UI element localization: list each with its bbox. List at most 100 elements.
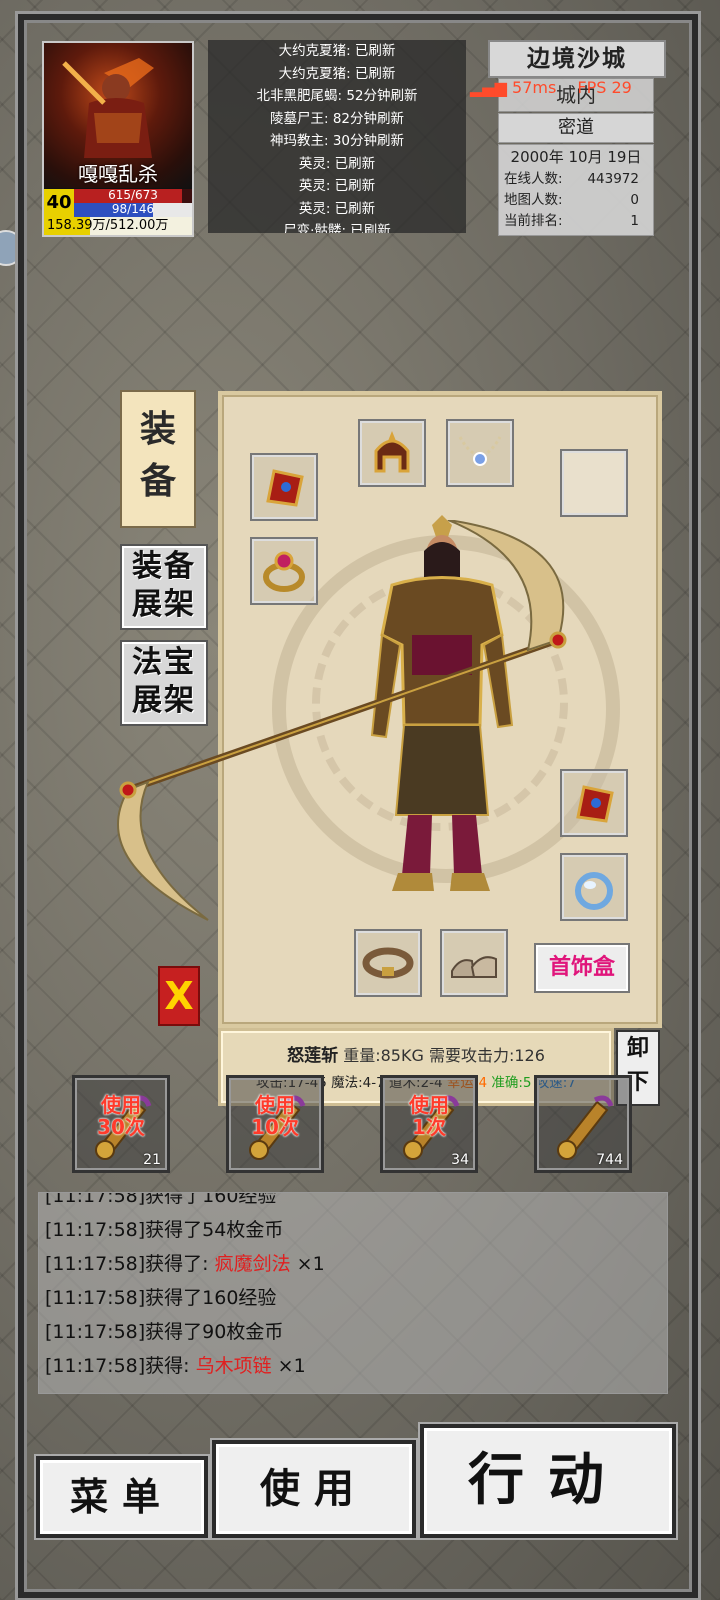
- boss-refresh-item: 陵墓尸王: 82分钟刷新: [269, 110, 405, 127]
- slot-belt[interactable]: [354, 929, 422, 997]
- close-equipment-button[interactable]: X: [158, 966, 200, 1026]
- secret-passage-button[interactable]: 密道: [498, 113, 654, 143]
- log-line: [11:17:58]获得了90枚金币: [39, 1315, 667, 1349]
- potion-use-times: 30次: [97, 1115, 145, 1139]
- ping-value: 57ms: [512, 78, 557, 97]
- boss-refresh-list[interactable]: 大约克夏猪: 已刷新 大约克夏猪: 已刷新北非黑肥尾蝎: 52分钟刷新 陵墓尸王: …: [208, 40, 466, 233]
- item-requirement: 需要攻击力:126: [428, 1046, 545, 1065]
- potion-slot[interactable]: 使用 10次: [226, 1075, 324, 1173]
- tab-equipment-stand-line-1: 装备: [132, 549, 196, 584]
- item-detail-line-1: 怒莲斩 重量:85KG 需要攻击力:126: [221, 1041, 611, 1066]
- potion-count: 34: [451, 1152, 469, 1168]
- equipment-panel: 首饰盒: [218, 391, 662, 1028]
- log-line: [11:17:58]获得: 乌木项链 ×1: [39, 1349, 667, 1383]
- log-quantity: ×1: [271, 1355, 306, 1377]
- potion-slot[interactable]: 使用 1次 34: [380, 1075, 478, 1173]
- potion-use-label: 使用 1次: [383, 1094, 475, 1138]
- tab-treasure-stand-line-2: 展架: [132, 683, 196, 718]
- map-players-label: 地图人数:: [504, 192, 563, 208]
- log-line: [11:17:58]获得了54枚金币: [39, 1213, 667, 1247]
- exp-text: 158.39万/512.00万: [47, 218, 169, 233]
- tab-equipment-stand[interactable]: 装备 展架: [120, 544, 208, 630]
- player-name: 嘎嘎乱杀: [78, 162, 158, 186]
- boss-refresh-item: 尸变·骷髅: 已刷新: [283, 223, 391, 233]
- menu-button[interactable]: 菜单: [36, 1456, 208, 1538]
- use-button[interactable]: 使用: [212, 1440, 416, 1538]
- signal-icon: ▂▄▆: [470, 78, 507, 97]
- potion-use-label: 使用 10次: [229, 1094, 321, 1138]
- slot-ring-right[interactable]: [560, 853, 628, 921]
- ring-icon: [575, 872, 613, 910]
- slot-empty[interactable]: [560, 449, 628, 517]
- potion-count: 744: [596, 1152, 623, 1168]
- item-weight: 重量:85KG: [343, 1046, 424, 1065]
- bracelet-icon: [576, 785, 614, 823]
- boss-refresh-item: 北非黑肥尾蝎: 52分钟刷新: [256, 88, 418, 104]
- rank-label: 当前排名:: [504, 213, 563, 229]
- slot-ring-left[interactable]: [250, 537, 318, 605]
- network-status: ▂▄▆ 57ms FPS 29: [470, 78, 632, 97]
- slot-bracelet-left[interactable]: [250, 453, 318, 521]
- boss-refresh-item: 大约克夏猪: 已刷新: [278, 43, 396, 59]
- tab-treasure-stand[interactable]: 法宝 展架: [120, 640, 208, 726]
- potion-use-times: 1次: [412, 1115, 446, 1139]
- item-magic: 魔法:4-7: [331, 1075, 385, 1091]
- potion-slot[interactable]: 744: [534, 1075, 632, 1173]
- slot-helmet[interactable]: [358, 419, 426, 487]
- tab-treasure-stand-line-1: 法宝: [132, 645, 196, 680]
- log-item-name: 乌木项链: [195, 1355, 272, 1377]
- online-count-row: 在线人数: 443972: [499, 169, 653, 190]
- boss-refresh-item: 大约克夏猪: 已刷新: [278, 65, 396, 82]
- boss-refresh-item: 英灵: 已刷新: [298, 200, 376, 217]
- system-message-log[interactable]: [11:17:58]获得了160经验 [11:17:58]获得了54枚金币 [11:…: [38, 1192, 668, 1394]
- ring-icon: [263, 551, 305, 592]
- map-players-value: 0: [630, 192, 639, 208]
- map-title: 边境沙城: [488, 40, 666, 78]
- item-name: 怒莲斩: [287, 1046, 339, 1066]
- log-line: [11:17:58]获得了160经验: [39, 1281, 667, 1315]
- action-button[interactable]: 行动: [420, 1424, 676, 1538]
- exp-bar: 158.39万/512.00万: [44, 217, 192, 235]
- jewelry-box-button[interactable]: 首饰盒: [534, 943, 630, 993]
- log-text: [11:17:58]获得了90枚金币: [45, 1321, 284, 1343]
- log-line: [11:17:58]获得了160经验: [39, 1192, 667, 1213]
- boots-icon: [451, 956, 497, 978]
- boss-refresh-item: 英灵: 已刷新: [298, 178, 376, 194]
- potion-use-label: 使用 30次: [75, 1094, 167, 1138]
- online-label: 在线人数:: [504, 171, 563, 187]
- player-level: 40: [44, 189, 74, 217]
- log-text: [11:17:58]获得了160经验: [45, 1192, 277, 1207]
- tab-equipment[interactable]: 装 备: [120, 390, 196, 528]
- slot-necklace[interactable]: [446, 419, 514, 487]
- slot-boots[interactable]: [440, 929, 508, 997]
- log-text: [11:17:58]获得了:: [45, 1253, 215, 1275]
- log-text: [11:17:58]获得了160经验: [45, 1287, 277, 1309]
- tab-equipment-stand-line-2: 展架: [132, 587, 196, 622]
- map-players-row: 地图人数: 0: [499, 190, 653, 211]
- hp-text: 615/673: [108, 188, 158, 202]
- log-text: [11:17:58]获得:: [45, 1355, 196, 1377]
- tab-equipment-char-2: 备: [139, 461, 176, 502]
- tab-equipment-char-1: 装: [139, 409, 176, 450]
- potion-use-text: 使用: [409, 1093, 449, 1117]
- log-text: [11:17:58]获得了54枚金币: [45, 1219, 284, 1241]
- belt-icon: [362, 947, 414, 979]
- potion-count: 21: [143, 1152, 161, 1168]
- unequip-char-1: 卸: [626, 1036, 649, 1061]
- log-quantity: ×1: [290, 1253, 325, 1275]
- rank-value: 1: [630, 213, 639, 229]
- potion-use-text: 使用: [101, 1093, 141, 1117]
- potion-slot[interactable]: 使用 30次 21: [72, 1075, 170, 1173]
- bracelet-icon: [266, 469, 304, 507]
- boss-refresh-item: 英灵: 已刷新: [298, 155, 376, 172]
- boss-refresh-item: 神玛教主: 30分钟刷新: [269, 133, 405, 149]
- potion-use-times: 10次: [251, 1115, 299, 1139]
- item-accuracy: 准确:5: [491, 1075, 532, 1091]
- log-item-name: 疯魔剑法: [214, 1253, 291, 1275]
- player-status-panel[interactable]: 嘎嘎乱杀 40 615/673 98/146 158.39万/512.00万: [42, 41, 194, 237]
- rank-row: 当前排名: 1: [499, 211, 653, 232]
- slot-bracelet-right[interactable]: [560, 769, 628, 837]
- game-date: 2000年 10月 19日: [510, 148, 642, 166]
- mp-text: 98/146: [111, 202, 155, 216]
- online-value: 443972: [587, 171, 639, 187]
